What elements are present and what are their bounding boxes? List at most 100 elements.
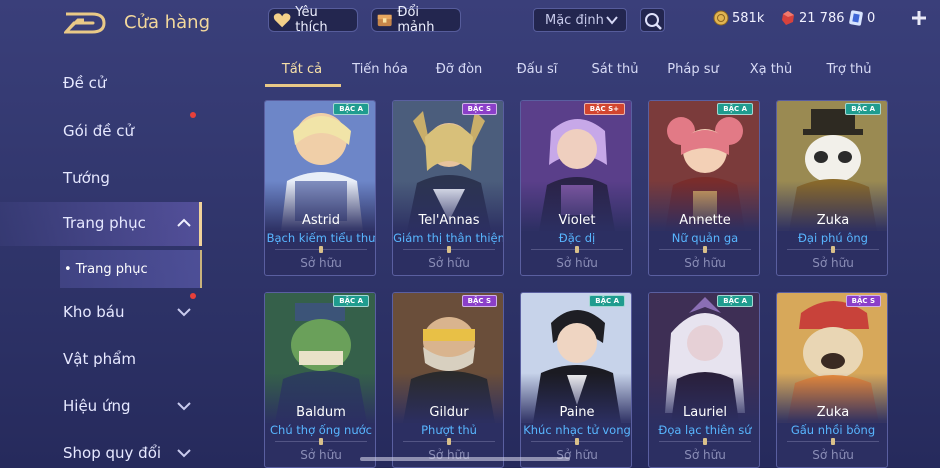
sidebar-item-featured[interactable]: Đề cử xyxy=(0,62,202,106)
skin-card[interactable]: BẬC A Paine Khúc nhạc tử vong Sở hữu xyxy=(520,292,632,468)
skin-name: Bạch kiếm tiểu thư xyxy=(266,231,376,245)
chevron-down-icon xyxy=(606,16,618,25)
tier-badge: BẬC S xyxy=(845,295,881,307)
sidebar-subitem-label: • Trang phục xyxy=(64,262,148,277)
card-divider-gem xyxy=(703,438,707,445)
card-divider-gem xyxy=(703,246,707,253)
tier-badge: BẬC S+ xyxy=(583,103,625,115)
favorites-button[interactable]: Yêu thích xyxy=(268,5,358,35)
coin-amount: 581k xyxy=(732,10,765,26)
card-divider-gem xyxy=(319,246,323,253)
notification-dot xyxy=(190,112,196,118)
tier-badge: BẬC S xyxy=(461,103,497,115)
hero-name: Violet xyxy=(558,213,596,228)
tier-badge: BẬC A xyxy=(845,103,881,115)
hero-name: Zuka xyxy=(816,405,850,420)
card-divider-gem xyxy=(447,246,451,253)
card-divider-gem xyxy=(831,246,835,253)
skin-card[interactable]: BẬC A Lauriel Đọa lạc thiên sứ Sở hữu xyxy=(648,292,760,468)
chevron-down-icon xyxy=(177,449,191,458)
skin-card[interactable]: BẬC S Zuka Gấu nhồi bông Sở hữu xyxy=(776,292,888,468)
hero-name: Tel'Annas xyxy=(418,213,480,228)
sidebar: Đề cử Gói đề cử Tướng Trang phục • Trang… xyxy=(0,44,202,468)
gem-amount: 21 786 xyxy=(799,10,845,26)
tab-marksman[interactable]: Xạ thủ xyxy=(750,62,793,77)
sidebar-item-items[interactable]: Vật phẩm xyxy=(0,338,202,382)
tier-badge: BẬC S xyxy=(461,295,497,307)
skin-name: Gấu nhồi bông xyxy=(790,423,876,437)
page-title: Cửa hàng xyxy=(124,12,211,33)
hero-name: Gildur xyxy=(429,405,469,420)
tier-badge: BẬC A xyxy=(333,295,369,307)
gem-balance: 21 786 xyxy=(780,10,845,26)
skin-name: Nữ quản ga xyxy=(671,231,739,245)
sidebar-item-treasure[interactable]: Kho báu xyxy=(0,291,202,335)
tab-evolution[interactable]: Tiến hóa xyxy=(352,62,408,77)
card-divider-gem xyxy=(575,438,579,445)
sidebar-subitem-skins[interactable]: • Trang phục xyxy=(60,250,202,288)
notification-dot xyxy=(190,293,196,299)
add-currency-icon[interactable] xyxy=(910,9,928,27)
tier-badge: BẬC A xyxy=(589,295,625,307)
voucher-icon xyxy=(849,10,863,26)
sidebar-item-featured-packs[interactable]: Gói đề cử xyxy=(0,110,202,154)
sidebar-item-skins[interactable]: Trang phục xyxy=(0,202,202,246)
treasure-chest-icon xyxy=(377,14,392,27)
sidebar-item-label: Kho báu xyxy=(63,303,125,321)
tier-badge: BẬC A xyxy=(333,103,369,115)
owned-status: Sở hữu xyxy=(300,256,342,270)
skin-card[interactable]: BẬC A Zuka Đại phú ông Sở hữu xyxy=(776,100,888,276)
skin-name: Đại phú ông xyxy=(798,231,868,245)
category-tabs: Tất cả Tiến hóa Đỡ đòn Đấu sĩ Sát thủ Ph… xyxy=(262,56,892,88)
tab-all[interactable]: Tất cả xyxy=(282,62,322,77)
tab-mage[interactable]: Pháp sư xyxy=(667,62,718,77)
hero-name: Baldum xyxy=(296,405,346,420)
back-arrow-icon[interactable] xyxy=(64,12,106,34)
favorites-label: Yêu thích xyxy=(295,5,328,35)
tab-tank[interactable]: Đỡ đòn xyxy=(436,62,483,77)
sidebar-item-effects[interactable]: Hiệu ứng xyxy=(0,385,202,429)
skin-card[interactable]: BẬC S Gildur Phượt thủ Sở hữu xyxy=(392,292,504,468)
sidebar-item-heroes[interactable]: Tướng xyxy=(0,157,202,201)
skin-card[interactable]: BẬC A Annette Nữ quản ga Sở hữu xyxy=(648,100,760,276)
sidebar-item-label: Hiệu ứng xyxy=(63,397,131,415)
owned-status: Sở hữu xyxy=(428,256,470,270)
hero-name: Astrid xyxy=(302,213,340,228)
hero-name: Lauriel xyxy=(682,405,727,420)
sidebar-item-exchange-shop[interactable]: Shop quy đổi xyxy=(0,432,202,468)
voucher-amount: 0 xyxy=(867,10,876,26)
sidebar-item-label: Trang phục xyxy=(63,214,146,232)
exchange-fragments-button[interactable]: Đổi mảnh xyxy=(371,5,461,35)
skin-card[interactable]: BẬC A Astrid Bạch kiếm tiểu thư Sở hữu xyxy=(264,100,376,276)
gold-coin-icon xyxy=(713,10,729,26)
top-bar: Cửa hàng Yêu thích Đổi mảnh Mặc định 581… xyxy=(0,0,940,44)
tab-fighter[interactable]: Đấu sĩ xyxy=(517,62,558,77)
tab-support[interactable]: Trợ thủ xyxy=(826,62,871,77)
voucher-balance: 0 xyxy=(848,10,875,26)
fragments-label: Đổi mảnh xyxy=(397,5,435,35)
skin-card[interactable]: BẬC S+ Violet Đặc dị Sở hữu xyxy=(520,100,632,276)
skin-card[interactable]: BẬC A Baldum Chú thợ ống nước Sở hữu xyxy=(264,292,376,468)
search-button[interactable] xyxy=(640,8,665,32)
tier-badge: BẬC A xyxy=(717,103,753,115)
sidebar-item-label: Shop quy đổi xyxy=(63,444,162,462)
search-icon xyxy=(645,13,662,30)
sidebar-item-label: Vật phẩm xyxy=(63,350,136,368)
red-gem-icon xyxy=(782,11,794,25)
skin-name: Khúc nhạc tử vong xyxy=(523,423,631,437)
sort-dropdown[interactable]: Mặc định xyxy=(533,8,627,32)
skin-name: Đọa lạc thiên sứ xyxy=(658,423,752,437)
hero-name: Paine xyxy=(559,405,595,420)
skin-name: Đặc dị xyxy=(558,231,596,245)
card-divider-gem xyxy=(575,246,579,253)
card-divider-gem xyxy=(319,438,323,445)
chevron-down-icon xyxy=(177,402,191,411)
skin-card[interactable]: BẬC S Tel'Annas Giám thị thân thiện Sở h… xyxy=(392,100,504,276)
scroll-indicator[interactable] xyxy=(360,457,570,461)
owned-status: Sở hữu xyxy=(812,256,854,270)
skin-name: Phượt thủ xyxy=(421,423,477,437)
coin-balance: 581k xyxy=(713,10,764,26)
owned-status: Sở hữu xyxy=(556,256,598,270)
tab-assassin[interactable]: Sát thủ xyxy=(591,62,638,77)
sort-selected-value: Mặc định xyxy=(545,12,604,28)
